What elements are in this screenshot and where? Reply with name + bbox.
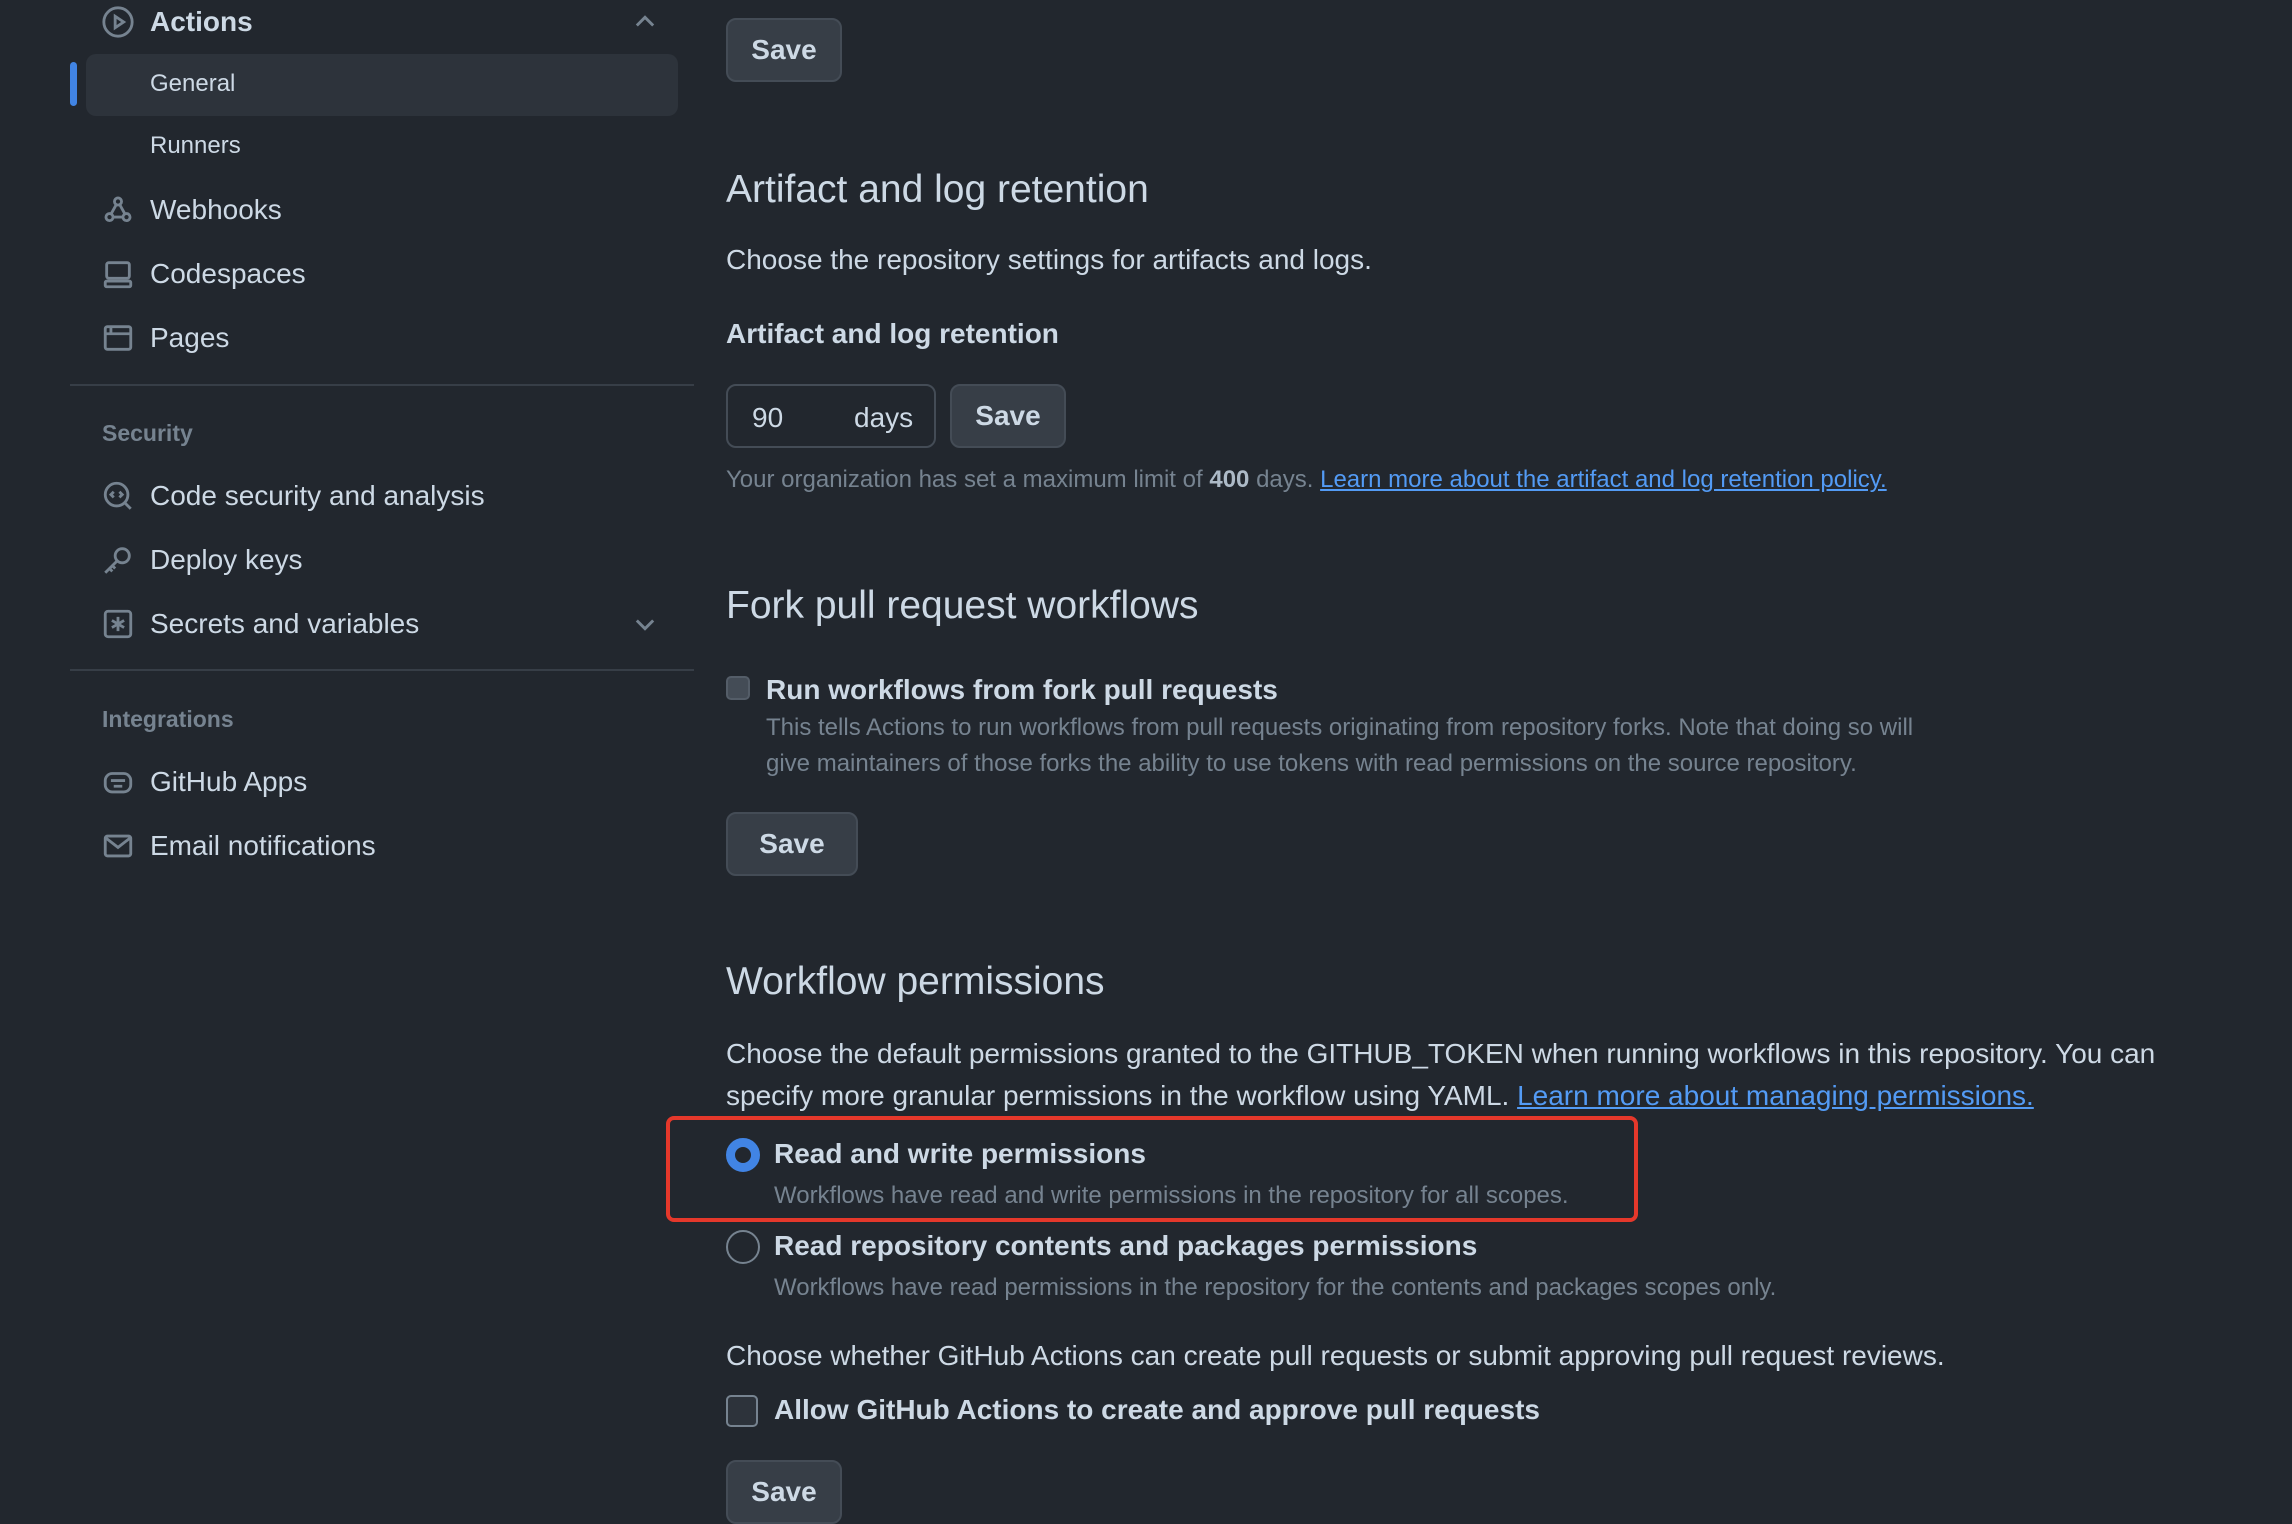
sidebar-item-deploy-keys[interactable]: Deploy keys — [100, 532, 303, 588]
sidebar-divider — [70, 669, 694, 671]
artifact-save-button[interactable]: Save — [950, 384, 1066, 448]
radio-read-write-label[interactable]: Read and write permissions — [774, 1138, 1146, 1170]
sidebar-item-email-notifications[interactable]: Email notifications — [100, 818, 376, 874]
sidebar-heading-security: Security — [102, 420, 193, 446]
sidebar-item-label: Webhooks — [150, 194, 282, 225]
top-save-button[interactable]: Save — [726, 18, 842, 82]
fork-checkbox-label[interactable]: Run workflows from fork pull requests — [766, 674, 1278, 706]
radio-read-only-help: Workflows have read permissions in the r… — [774, 1274, 1777, 1301]
fork-workflows-checkbox[interactable] — [726, 676, 750, 700]
artifact-section-title: Artifact and log retention — [726, 168, 1149, 211]
browser-icon — [100, 320, 136, 356]
note-suffix: days. — [1256, 466, 1314, 493]
sidebar-item-label: Deploy keys — [150, 544, 303, 575]
managing-permissions-link[interactable]: Learn more about managing permissions. — [1517, 1080, 2034, 1111]
sidebar-item-label: Secrets and variables — [150, 608, 420, 639]
radio-read-only[interactable] — [726, 1230, 760, 1264]
codescan-icon — [100, 478, 136, 514]
asterisk-box-icon — [100, 606, 136, 642]
mail-icon — [100, 828, 136, 864]
sidebar-item-actions[interactable]: Actions — [100, 0, 253, 50]
workflow-section-title: Workflow permissions — [726, 960, 1105, 1003]
fork-help-line2: give maintainers of those forks the abil… — [766, 750, 1857, 777]
codespaces-icon — [100, 256, 136, 292]
sidebar-item-label: Actions — [150, 6, 253, 37]
artifact-retention-link[interactable]: Learn more about the artifact and log re… — [1320, 466, 1887, 493]
sidebar-item-code-security[interactable]: Code security and analysis — [100, 468, 485, 524]
webhook-icon — [100, 192, 136, 228]
retention-days-input[interactable]: 90 days — [726, 384, 936, 448]
fork-save-button[interactable]: Save — [726, 812, 858, 876]
sidebar-divider — [70, 384, 694, 386]
retention-days-value[interactable]: 90 — [752, 402, 783, 434]
workflow-desc-line2: specify more granular permissions in the… — [726, 1080, 2034, 1112]
sidebar-heading-integrations: Integrations — [102, 706, 234, 732]
artifact-field-label: Artifact and log retention — [726, 318, 1059, 349]
sidebar-item-pages[interactable]: Pages — [100, 310, 229, 366]
active-indicator — [70, 62, 77, 106]
sidebar-item-codespaces[interactable]: Codespaces — [100, 246, 306, 302]
note-limit: 400 — [1209, 466, 1250, 493]
sidebar-item-label: Code security and analysis — [150, 480, 485, 511]
pr-question: Choose whether GitHub Actions can create… — [726, 1340, 1945, 1371]
retention-days-unit: days — [854, 402, 914, 433]
sidebar-item-webhooks[interactable]: Webhooks — [100, 182, 282, 238]
play-circle-icon — [100, 4, 136, 40]
radio-read-write[interactable] — [726, 1138, 760, 1172]
allow-pr-label[interactable]: Allow GitHub Actions to create and appro… — [774, 1394, 1540, 1426]
key-icon — [100, 542, 136, 578]
chevron-up-icon[interactable] — [631, 8, 659, 36]
fork-section-title: Fork pull request workflows — [726, 584, 1199, 627]
allow-pr-checkbox[interactable] — [726, 1395, 758, 1427]
sidebar-item-label: Pages — [150, 322, 230, 353]
workflow-desc-text: specify more granular permissions in the… — [726, 1080, 1510, 1111]
workflow-desc-line1: Choose the default permissions granted t… — [726, 1038, 2156, 1069]
sidebar-item-label: Codespaces — [150, 258, 306, 289]
sidebar-item-label: GitHub Apps — [150, 766, 308, 797]
artifact-description: Choose the repository settings for artif… — [726, 244, 1372, 275]
sidebar-item-label: Email notifications — [150, 830, 376, 861]
workflow-save-button[interactable]: Save — [726, 1460, 842, 1524]
sidebar-subitem-runners[interactable]: Runners — [150, 132, 241, 160]
note-prefix: Your organization has set a maximum limi… — [726, 466, 1203, 493]
sidebar-item-secrets[interactable]: Secrets and variables — [100, 596, 419, 652]
radio-read-write-help: Workflows have read and write permission… — [774, 1182, 1569, 1209]
artifact-note: Your organization has set a maximum limi… — [726, 466, 1887, 494]
sidebar-item-github-apps[interactable]: GitHub Apps — [100, 754, 307, 810]
sidebar-subitem-general[interactable]: General — [150, 70, 235, 98]
chevron-down-icon[interactable] — [631, 610, 659, 638]
radio-read-only-label[interactable]: Read repository contents and packages pe… — [774, 1230, 1477, 1262]
fork-help-line1: This tells Actions to run workflows from… — [766, 714, 1914, 741]
hubot-icon — [100, 764, 136, 800]
